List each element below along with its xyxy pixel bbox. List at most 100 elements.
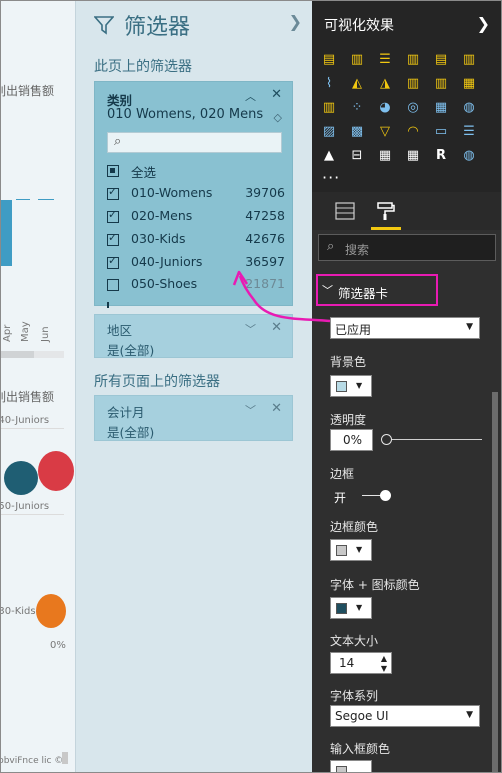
color-swatch bbox=[336, 603, 347, 614]
select-all-row[interactable]: 全选 bbox=[107, 162, 287, 182]
line-column-chart-icon[interactable]: ▥ bbox=[404, 74, 422, 92]
font-family-dropdown[interactable]: Segoe UI ▼ bbox=[330, 705, 480, 727]
filters-pane: 筛选器 ❯ 此页上的筛选器 类别 ︿ ✕ 010 Womens, 020 Men… bbox=[75, 0, 312, 773]
treemap-icon[interactable]: ▦ bbox=[432, 98, 450, 116]
stacked-bar-chart-icon[interactable]: ▤ bbox=[320, 50, 338, 68]
border-toggle-knob[interactable] bbox=[380, 490, 391, 501]
text-size-stepper[interactable]: 14 ▲ ▼ bbox=[330, 652, 392, 674]
eraser-icon[interactable]: ◇ bbox=[274, 111, 282, 124]
decrement-arrow-icon[interactable]: ▼ bbox=[381, 664, 387, 673]
shape-map-icon[interactable]: ▩ bbox=[348, 122, 366, 140]
matrix-icon[interactable]: ▦ bbox=[404, 146, 422, 164]
filter-list-item[interactable]: 050-Shoes 21871 bbox=[107, 276, 287, 296]
item-checkbox[interactable] bbox=[107, 279, 119, 291]
filter-list-item[interactable]: 030-Kids 42676 bbox=[107, 231, 287, 251]
chart-bubble[interactable] bbox=[4, 461, 38, 495]
clear-filter-close-icon[interactable]: ✕ bbox=[271, 401, 282, 416]
transparency-slider-track[interactable] bbox=[384, 439, 482, 440]
format-pane-scrollbar[interactable] bbox=[492, 392, 498, 773]
percent-bar-chart-icon[interactable]: ▤ bbox=[432, 50, 450, 68]
transparency-input[interactable]: 0% bbox=[330, 429, 373, 451]
more-visuals-icon[interactable]: ··· bbox=[322, 168, 340, 187]
chart-title-partial: 列出销售额 bbox=[0, 390, 55, 404]
filter-list-item[interactable]: 040-Juniors 36597 bbox=[107, 254, 287, 274]
slicer-icon[interactable]: ⊟ bbox=[348, 146, 366, 164]
color-swatch bbox=[336, 381, 347, 392]
select-all-checkbox[interactable] bbox=[107, 165, 119, 177]
dropdown-value: 已应用 bbox=[335, 323, 372, 337]
input-border-color-picker[interactable] bbox=[330, 760, 372, 773]
multi-row-card-icon[interactable]: ☰ bbox=[460, 122, 478, 140]
percent-column-chart-icon[interactable]: ▥ bbox=[460, 50, 478, 68]
filter-list-item[interactable]: 010-Womens 39706 bbox=[107, 185, 287, 205]
font-icon-color-label: 字体 + 图标颜色 bbox=[330, 578, 420, 592]
chart-dash bbox=[38, 199, 54, 200]
search-placeholder: 搜索 bbox=[345, 243, 370, 257]
collapse-card-icon[interactable]: ︿ bbox=[245, 88, 256, 104]
expand-card-chevron-icon[interactable]: ﹀ bbox=[245, 402, 256, 418]
waterfall-chart-icon[interactable]: ▥ bbox=[320, 98, 338, 116]
series-label: 050-Juniors bbox=[0, 501, 50, 512]
color-swatch bbox=[336, 766, 347, 773]
axis-tick-label: May bbox=[20, 321, 31, 342]
search-icon: ⌕ bbox=[327, 239, 335, 254]
area-chart-icon[interactable]: ◭ bbox=[348, 74, 366, 92]
line-clustered-column-icon[interactable]: ▥ bbox=[432, 74, 450, 92]
globe-icon[interactable]: ◍ bbox=[460, 146, 478, 164]
clear-filter-close-icon[interactable]: ✕ bbox=[271, 87, 282, 102]
kpi-icon[interactable]: ▲ bbox=[320, 146, 338, 164]
chart-scrollbar[interactable] bbox=[0, 351, 34, 358]
transparency-label: 透明度 bbox=[330, 413, 367, 427]
item-checkbox[interactable] bbox=[107, 231, 119, 246]
filter-card-region[interactable]: 地区 ﹀ ✕ 是(全部) bbox=[94, 314, 293, 358]
gauge-icon[interactable]: ◠ bbox=[404, 122, 422, 140]
clustered-column-chart-icon[interactable]: ▥ bbox=[404, 50, 422, 68]
series-label: 040-Juniors bbox=[0, 415, 50, 426]
clustered-bar-chart-icon[interactable]: ☰ bbox=[376, 50, 394, 68]
donut-chart-icon[interactable]: ◎ bbox=[404, 98, 422, 116]
format-paint-roller-icon[interactable] bbox=[374, 199, 398, 223]
item-label: 020-Mens bbox=[131, 208, 193, 223]
r-script-icon[interactable]: R bbox=[432, 146, 450, 164]
filter-card-category[interactable]: 类别 ︿ ✕ 010 Womens, 020 Mens ◇ ⌕ 全选 010-W… bbox=[94, 81, 293, 308]
expand-card-chevron-icon[interactable]: ﹀ bbox=[245, 321, 256, 337]
fields-tab-icon[interactable] bbox=[333, 199, 357, 223]
item-checkbox[interactable] bbox=[107, 254, 119, 269]
pie-chart-icon[interactable]: ◕ bbox=[376, 98, 394, 116]
collapse-filters-chevron-icon[interactable]: ❯ bbox=[289, 12, 302, 31]
format-search-input[interactable]: ⌕ 搜索 bbox=[318, 234, 496, 261]
all-pages-heading: 所有页面上的筛选器 bbox=[94, 374, 220, 390]
canvas-scroll-thumb[interactable] bbox=[62, 752, 68, 764]
map-icon[interactable]: ◍ bbox=[460, 98, 478, 116]
line-chart-icon[interactable]: ⌇ bbox=[320, 74, 338, 92]
ribbon-chart-icon[interactable]: ▦ bbox=[460, 74, 478, 92]
filter-list-item[interactable]: 020-Mens 47258 bbox=[107, 208, 287, 228]
increment-arrow-icon[interactable]: ▲ bbox=[381, 654, 387, 663]
applied-state-dropdown[interactable]: 已应用 ▼ bbox=[330, 317, 480, 339]
table-icon[interactable]: ▦ bbox=[376, 146, 394, 164]
stacked-column-chart-icon[interactable]: ▥ bbox=[348, 50, 366, 68]
filter-cards-section-header[interactable]: ﹀ 筛选器卡 bbox=[316, 274, 438, 306]
pane-tabs bbox=[312, 192, 502, 230]
filter-search-input[interactable]: ⌕ bbox=[107, 132, 282, 153]
collapse-visualizations-chevron-icon[interactable]: ❯ bbox=[477, 14, 490, 33]
chart-bubble[interactable] bbox=[36, 594, 66, 628]
list-scroll-indicator[interactable] bbox=[107, 302, 109, 308]
filter-card-fiscal-month[interactable]: 会计月 ﹀ ✕ 是(全部) bbox=[94, 395, 293, 441]
stacked-area-chart-icon[interactable]: ◮ bbox=[376, 74, 394, 92]
background-color-picker[interactable]: ▼ bbox=[330, 375, 372, 397]
funnel-chart-icon[interactable]: ▽ bbox=[376, 122, 394, 140]
clear-filter-close-icon[interactable]: ✕ bbox=[271, 320, 282, 335]
chart-scrollbar-track[interactable] bbox=[34, 351, 64, 358]
font-icon-color-picker[interactable]: ▼ bbox=[330, 597, 372, 619]
border-color-picker[interactable]: ▼ bbox=[330, 539, 372, 561]
scatter-chart-icon[interactable]: ⁘ bbox=[348, 98, 366, 116]
item-checkbox[interactable] bbox=[107, 208, 119, 223]
item-label: 010-Womens bbox=[131, 185, 213, 200]
item-checkbox[interactable] bbox=[107, 185, 119, 200]
chart-bar[interactable] bbox=[0, 200, 12, 266]
transparency-slider-thumb[interactable] bbox=[381, 434, 392, 445]
chart-bubble[interactable] bbox=[38, 451, 74, 491]
filled-map-icon[interactable]: ▨ bbox=[320, 122, 338, 140]
card-icon[interactable]: ▭ bbox=[432, 122, 450, 140]
